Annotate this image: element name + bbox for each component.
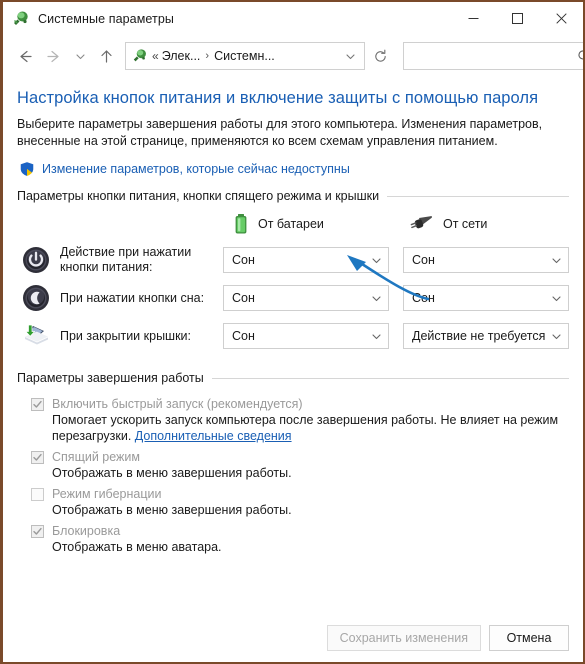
checkbox-item-sleep: Спящий режим Отображать в меню завершени… — [17, 450, 569, 481]
settings-window: Системные параметры « Элек... › Системн.… — [0, 0, 585, 664]
setting-row-lid-close: При закрытии крышки: Сон Действие не тре… — [17, 317, 569, 355]
title-bar: Системные параметры — [3, 2, 583, 36]
power-options-group-label: Параметры кнопки питания, кнопки спящего… — [17, 189, 380, 203]
checkbox-item-fast-startup: Включить быстрый запуск (рекомендуется) … — [17, 397, 569, 444]
shutdown-settings-section: Параметры завершения работы Включить быс… — [17, 371, 569, 555]
chevron-down-icon[interactable] — [367, 331, 382, 342]
checkbox-row[interactable]: Спящий режим — [17, 450, 569, 464]
laptop-lid-icon — [21, 321, 51, 351]
column-header-battery-label: От батареи — [258, 217, 324, 231]
checkbox-row[interactable]: Включить быстрый запуск (рекомендуется) — [17, 397, 569, 411]
group-divider — [387, 195, 569, 197]
checkbox-description-lock: Отображать в меню аватара. — [52, 540, 222, 554]
chevron-down-icon[interactable] — [547, 255, 562, 266]
back-arrow-icon[interactable] — [9, 42, 39, 70]
power-button-icon — [21, 245, 51, 275]
checkbox-hibernate[interactable] — [31, 487, 44, 501]
uac-link-row[interactable]: Изменение параметров, которые сейчас нед… — [19, 161, 569, 177]
close-button[interactable] — [539, 2, 583, 35]
navigation-toolbar: « Элек... › Системн... — [3, 36, 583, 76]
checkbox-description-hibernate: Отображать в меню завершения работы. — [52, 503, 292, 517]
checkbox-label-sleep: Спящий режим — [52, 450, 140, 464]
breadcrumb-item-0[interactable]: Элек... — [162, 49, 201, 63]
shutdown-group-label: Параметры завершения работы — [17, 371, 204, 385]
combo-power-button-battery-value: Сон — [232, 253, 255, 267]
checkbox-label-hibernate: Режим гибернации — [52, 487, 162, 501]
breadcrumb[interactable]: « Элек... › Системн... — [125, 42, 365, 70]
checkbox-fast-startup[interactable] — [31, 397, 44, 411]
power-options-group-header: Параметры кнопки питания, кнопки спящего… — [17, 189, 569, 203]
power-plug-icon — [408, 214, 434, 234]
combo-power-button-ac-value: Сон — [412, 253, 435, 267]
breadcrumb-separator: › — [205, 50, 210, 62]
combo-lid-close-ac[interactable]: Действие не требуется — [403, 323, 569, 349]
combo-sleep-button-battery[interactable]: Сон — [223, 285, 389, 311]
power-source-column-headers: От батареи От сети — [17, 213, 569, 235]
cancel-button[interactable]: Отмена — [489, 625, 569, 651]
checkbox-description-text: Помогает ускорить запуск компьютера посл… — [52, 413, 559, 443]
checkbox-item-hibernate: Режим гибернации Отображать в меню завер… — [17, 487, 569, 518]
forward-arrow-icon[interactable] — [39, 42, 69, 70]
shutdown-group-header: Параметры завершения работы — [17, 371, 569, 385]
chevron-down-icon[interactable] — [547, 331, 562, 342]
column-header-ac-label: От сети — [443, 217, 488, 231]
search-box[interactable] — [403, 42, 583, 70]
breadcrumb-item-1[interactable]: Системн... — [214, 49, 275, 63]
chevron-down-icon[interactable] — [547, 293, 562, 304]
breadcrumb-power-plug-icon — [132, 48, 148, 64]
checkbox-label-lock: Блокировка — [52, 524, 121, 538]
save-changes-button[interactable]: Сохранить изменения — [326, 625, 481, 651]
chevron-down-icon[interactable] — [367, 255, 382, 266]
page-content: Настройка кнопок питания и включение защ… — [3, 89, 583, 555]
setting-row-power-button: Действие при нажатии кнопки питания: Сон… — [17, 241, 569, 279]
column-header-ac: От сети — [408, 213, 569, 235]
combo-sleep-button-battery-value: Сон — [232, 291, 255, 305]
setting-label-sleep-button: При нажатии кнопки сна: — [60, 290, 205, 305]
uac-change-settings-link[interactable]: Изменение параметров, которые сейчас нед… — [42, 162, 350, 176]
page-title: Настройка кнопок питания и включение защ… — [17, 89, 539, 107]
minimize-button[interactable] — [451, 2, 495, 35]
checkbox-sleep[interactable] — [31, 450, 44, 464]
combo-power-button-battery[interactable]: Сон — [223, 247, 389, 273]
combo-power-button-ac[interactable]: Сон — [403, 247, 569, 273]
chevron-down-icon[interactable] — [367, 293, 382, 304]
group-divider — [211, 377, 569, 379]
more-info-link[interactable]: Дополнительные сведения — [135, 429, 292, 443]
battery-icon — [233, 213, 249, 235]
search-input[interactable] — [412, 48, 577, 64]
checkbox-lock[interactable] — [31, 524, 44, 538]
combo-lid-close-ac-value: Действие не требуется — [412, 329, 546, 343]
search-icon[interactable] — [577, 49, 583, 63]
combo-lid-close-battery-value: Сон — [232, 329, 255, 343]
setting-label-lid-close: При закрытии крышки: — [60, 328, 191, 343]
up-arrow-icon[interactable] — [91, 42, 121, 70]
checkbox-description-fast-startup: Помогает ускорить запуск компьютера посл… — [52, 412, 569, 444]
combo-lid-close-battery[interactable]: Сон — [223, 323, 389, 349]
checkbox-row[interactable]: Режим гибернации — [17, 487, 569, 501]
combo-sleep-button-ac-value: Сон — [412, 291, 435, 305]
sleep-button-icon — [21, 283, 51, 313]
page-description: Выберите параметры завершения работы для… — [17, 117, 543, 148]
recent-locations-chevron-down-icon[interactable] — [69, 42, 91, 70]
dialog-footer: Сохранить изменения Отмена — [3, 614, 583, 662]
breadcrumb-chevron-down-icon[interactable] — [341, 51, 360, 62]
power-plug-icon — [12, 10, 30, 28]
checkbox-label-fast-startup: Включить быстрый запуск (рекомендуется) — [52, 397, 303, 411]
checkbox-description-sleep: Отображать в меню завершения работы. — [52, 466, 292, 480]
combo-sleep-button-ac[interactable]: Сон — [403, 285, 569, 311]
maximize-button[interactable] — [495, 2, 539, 35]
column-header-battery: От батареи — [233, 213, 394, 235]
checkbox-row[interactable]: Блокировка — [17, 524, 569, 538]
breadcrumb-leading-chevron: « — [152, 49, 159, 63]
setting-row-sleep-button: При нажатии кнопки сна: Сон Сон — [17, 279, 569, 317]
window-title: Системные параметры — [38, 12, 175, 26]
setting-label-power-button: Действие при нажатии кнопки питания: — [60, 245, 192, 274]
checkbox-item-lock: Блокировка Отображать в меню аватара. — [17, 524, 569, 555]
shield-icon — [19, 161, 35, 177]
window-controls — [451, 2, 583, 36]
refresh-icon[interactable] — [365, 42, 395, 70]
